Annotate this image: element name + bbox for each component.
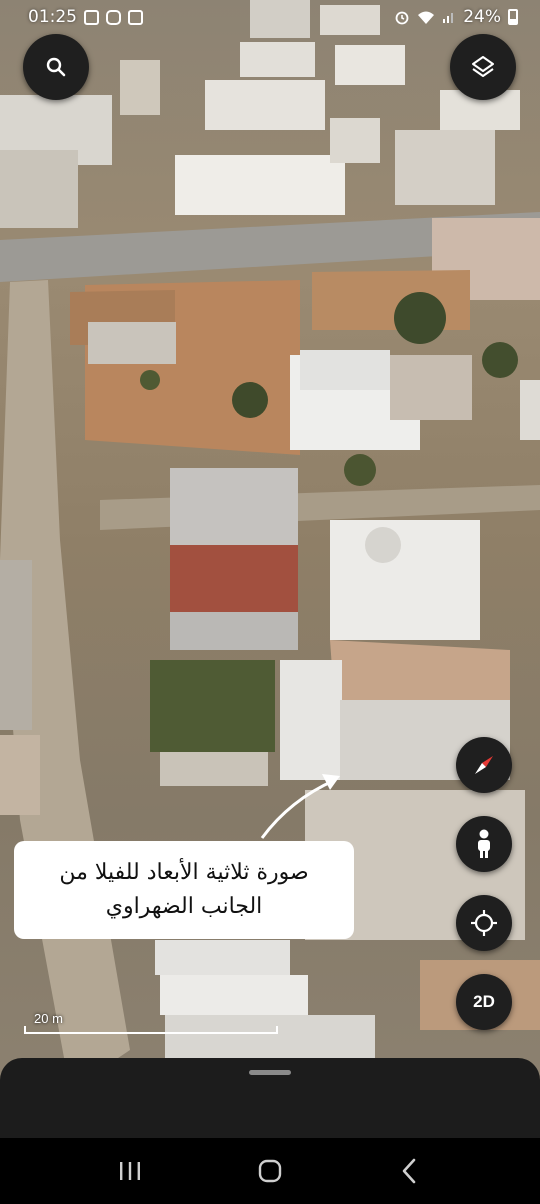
annotation-callout: صورة ثلاثية الأبعاد للفيلا من الجانب الض… xyxy=(14,841,354,939)
status-time: 01:25 xyxy=(28,7,77,27)
toggle-2d-button[interactable]: 2D xyxy=(456,974,512,1030)
instagram-icon xyxy=(106,9,121,25)
alarm-icon xyxy=(395,11,409,25)
bottom-sheet[interactable] xyxy=(0,1058,540,1138)
camera-app-icon xyxy=(128,9,143,25)
battery-icon xyxy=(508,9,518,25)
layers-button[interactable] xyxy=(450,34,516,100)
scale-bar xyxy=(24,1026,278,1034)
annotation-line-1: صورة ثلاثية الأبعاد للفيلا من xyxy=(59,859,309,885)
gallery-icon xyxy=(84,9,99,25)
battery-percent: 24% xyxy=(463,7,501,27)
recents-button[interactable] xyxy=(105,1146,155,1196)
home-button[interactable] xyxy=(245,1146,295,1196)
search-icon xyxy=(46,57,66,77)
status-bar: 01:25 24% xyxy=(0,0,540,34)
pegman-icon xyxy=(478,829,490,858)
status-right: 24% xyxy=(394,7,518,27)
compass-button[interactable] xyxy=(456,737,512,793)
back-icon xyxy=(402,1158,416,1184)
crosshair-icon xyxy=(471,910,497,936)
back-button[interactable] xyxy=(385,1146,435,1196)
navigation-bar xyxy=(0,1138,540,1204)
compass-icon xyxy=(475,756,493,774)
drag-handle[interactable] xyxy=(249,1070,291,1075)
recents-icon xyxy=(120,1162,140,1180)
annotation-line-2: الجانب الضهراوي xyxy=(105,894,263,919)
signal-icon xyxy=(443,13,454,23)
status-left: 01:25 xyxy=(28,7,143,27)
my-location-button[interactable] xyxy=(456,895,512,951)
search-button[interactable] xyxy=(23,34,89,100)
layers-icon xyxy=(472,56,494,77)
scale-label: 20 m xyxy=(34,1011,63,1026)
street-view-button[interactable] xyxy=(456,816,512,872)
home-icon xyxy=(258,1159,282,1183)
wifi-icon xyxy=(418,11,435,24)
